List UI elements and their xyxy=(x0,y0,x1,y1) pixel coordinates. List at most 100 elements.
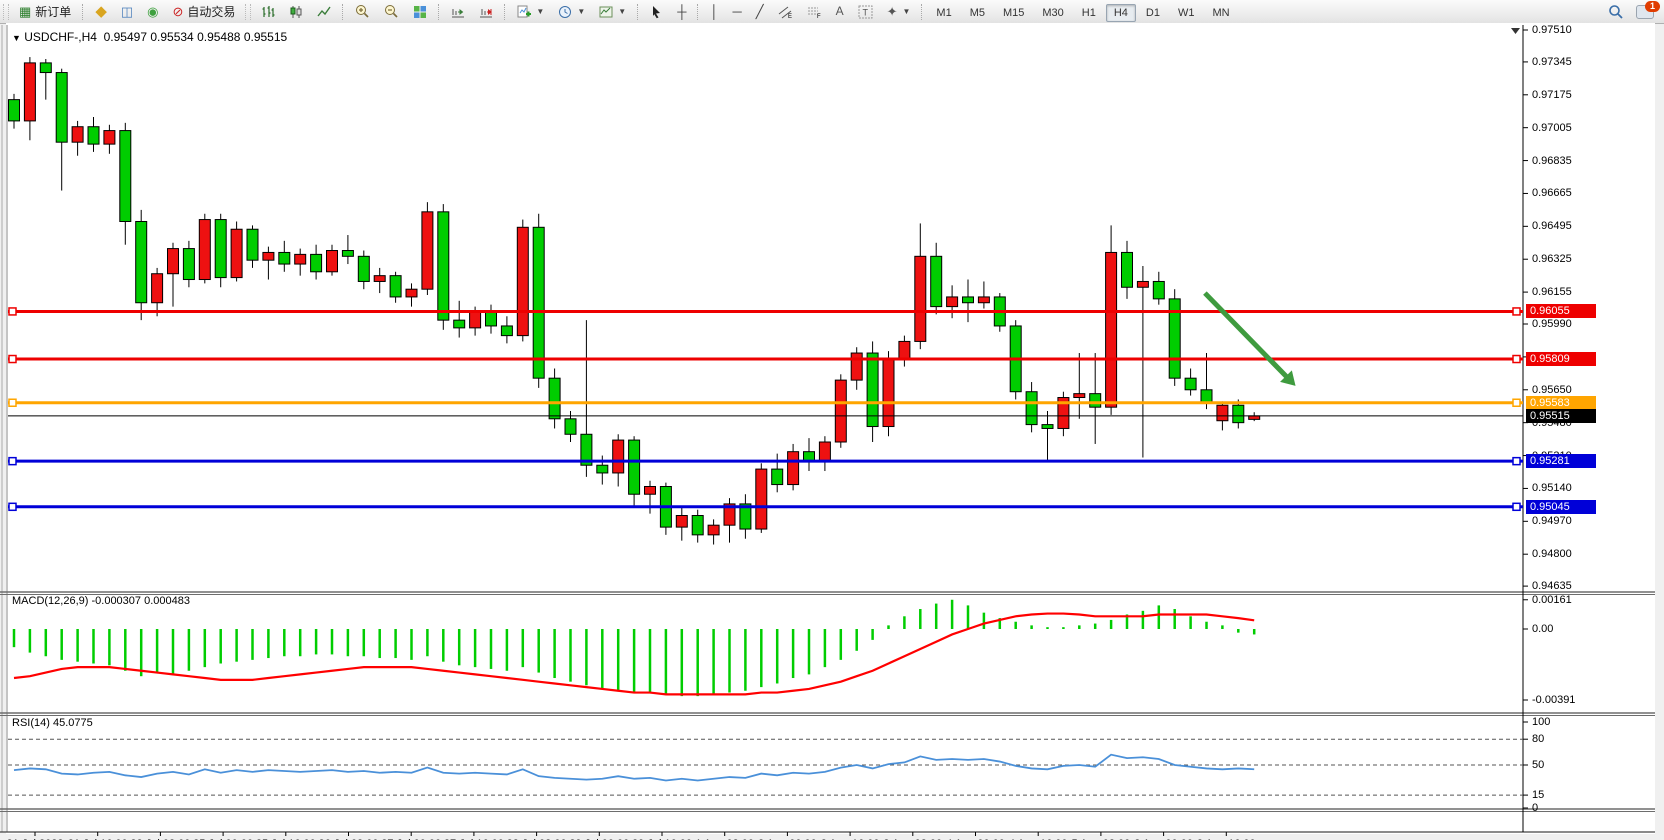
bar-chart-button[interactable] xyxy=(255,1,281,23)
timeframe-m5[interactable]: M5 xyxy=(962,4,993,22)
candle xyxy=(549,378,560,419)
rsi-tick-label: 15 xyxy=(1532,789,1544,801)
candle xyxy=(1026,392,1037,425)
candle xyxy=(215,220,226,278)
price-tick-label: 0.95650 xyxy=(1532,384,1572,396)
candle xyxy=(692,516,703,535)
tile-windows-button[interactable] xyxy=(407,1,433,23)
horizontal-line-button[interactable]: ─ xyxy=(727,1,748,23)
line-handle[interactable] xyxy=(9,308,16,315)
chart-shift-icon xyxy=(479,5,493,19)
line-handle[interactable] xyxy=(1513,458,1520,465)
price-tick-label: 0.95140 xyxy=(1532,482,1572,494)
candle xyxy=(1090,394,1101,408)
zoom-out-button[interactable] xyxy=(378,1,405,23)
macd-tick-label: 0.00 xyxy=(1532,623,1553,635)
timeframe-h4[interactable]: H4 xyxy=(1106,4,1136,22)
macd-label: MACD(12,26,9) -0.000307 0.000483 xyxy=(12,595,190,607)
line-handle[interactable] xyxy=(1513,308,1520,315)
collapse-triangle-icon[interactable]: ▼ xyxy=(12,33,21,43)
new-order-label: 新订单 xyxy=(35,3,71,20)
line-handle[interactable] xyxy=(9,458,16,465)
candlestick-chart-button[interactable] xyxy=(283,1,309,23)
candle xyxy=(199,220,210,280)
text-label-button[interactable]: T xyxy=(852,1,879,23)
timeframe-h1[interactable]: H1 xyxy=(1074,4,1104,22)
symbol-label: USDCHF-,H4 xyxy=(24,30,97,44)
cursor-button[interactable] xyxy=(644,1,669,23)
candle xyxy=(168,249,179,274)
channel-button[interactable]: E xyxy=(772,1,799,23)
auto-scroll-icon xyxy=(451,5,465,19)
candle xyxy=(533,227,544,378)
auto-scroll-button[interactable] xyxy=(445,1,471,23)
chart-canvas[interactable] xyxy=(0,23,1664,840)
signals-button[interactable]: ◉ xyxy=(141,1,164,23)
candle xyxy=(438,212,449,320)
timeframe-m1[interactable]: M1 xyxy=(928,4,959,22)
separator xyxy=(82,4,84,20)
equidistant-channel-icon: E xyxy=(778,5,793,19)
timeframe-m15[interactable]: M15 xyxy=(995,4,1032,22)
price-tick-label: 0.94970 xyxy=(1532,515,1572,527)
close-value: 0.95515 xyxy=(244,30,287,44)
separator xyxy=(438,4,440,20)
timeframe-w1[interactable]: W1 xyxy=(1170,4,1203,22)
candle xyxy=(9,100,20,121)
price-tick-label: 0.97345 xyxy=(1532,56,1572,68)
chevron-down-icon: ▼ xyxy=(903,7,911,16)
crosshair-button[interactable]: ┼ xyxy=(671,1,692,23)
candle xyxy=(978,297,989,303)
zoom-out-icon xyxy=(384,4,399,19)
zoom-in-button[interactable] xyxy=(349,1,376,23)
gold-tag-button[interactable]: ◆ xyxy=(89,1,113,23)
new-order-button[interactable]: ▦ 新订单 xyxy=(13,1,77,23)
high-value: 0.95534 xyxy=(150,30,193,44)
indicators-button[interactable]: ▼ xyxy=(511,1,550,23)
vertical-line-button[interactable]: │ xyxy=(704,1,724,23)
candle xyxy=(342,251,353,257)
trendline-button[interactable]: ╱ xyxy=(750,1,770,23)
line-handle[interactable] xyxy=(1513,399,1520,406)
macd-tick-label: 0.00161 xyxy=(1532,594,1572,606)
line-handle[interactable] xyxy=(9,399,16,406)
text-button[interactable]: A xyxy=(830,1,850,23)
cursor-icon xyxy=(650,5,663,19)
candle xyxy=(311,254,322,271)
bar-chart-icon xyxy=(261,5,275,19)
vertical-line-icon: │ xyxy=(710,5,718,18)
chart-shift-button[interactable] xyxy=(473,1,499,23)
line-handle[interactable] xyxy=(9,356,16,363)
candle xyxy=(501,326,512,336)
candle xyxy=(788,452,799,485)
line-handle[interactable] xyxy=(9,503,16,510)
market-watch-button[interactable]: ◫ xyxy=(115,1,139,23)
timeframe-m30[interactable]: M30 xyxy=(1034,4,1071,22)
price-tick-label: 0.96495 xyxy=(1532,220,1572,232)
timeframe-d1[interactable]: D1 xyxy=(1138,4,1168,22)
candle xyxy=(597,465,608,473)
candle xyxy=(152,274,163,303)
chat-icon[interactable]: 1 xyxy=(1636,5,1654,19)
rsi-tick-label: 50 xyxy=(1532,759,1544,771)
line-chart-button[interactable] xyxy=(311,1,337,23)
arrows-button[interactable]: ✦ ▼ xyxy=(881,1,917,23)
search-icon[interactable] xyxy=(1608,4,1624,20)
price-level-badge: 0.95583 xyxy=(1526,396,1596,410)
candle xyxy=(851,353,862,380)
candle xyxy=(1249,416,1260,419)
templates-button[interactable]: ▼ xyxy=(593,1,632,23)
periods-button[interactable]: ▼ xyxy=(552,1,591,23)
candle xyxy=(327,251,338,272)
candle xyxy=(183,249,194,280)
timeframe-mn[interactable]: MN xyxy=(1204,4,1237,22)
line-handle[interactable] xyxy=(1513,356,1520,363)
line-handle[interactable] xyxy=(1513,503,1520,510)
fibonacci-button[interactable]: F xyxy=(801,1,828,23)
auto-trading-button[interactable]: ⊘ 自动交易 xyxy=(167,1,242,23)
candle xyxy=(931,256,942,306)
line-chart-icon xyxy=(317,5,331,19)
candle xyxy=(565,419,576,434)
rsi-tick-label: 100 xyxy=(1532,716,1550,728)
rsi-name: RSI(14) xyxy=(12,717,50,729)
